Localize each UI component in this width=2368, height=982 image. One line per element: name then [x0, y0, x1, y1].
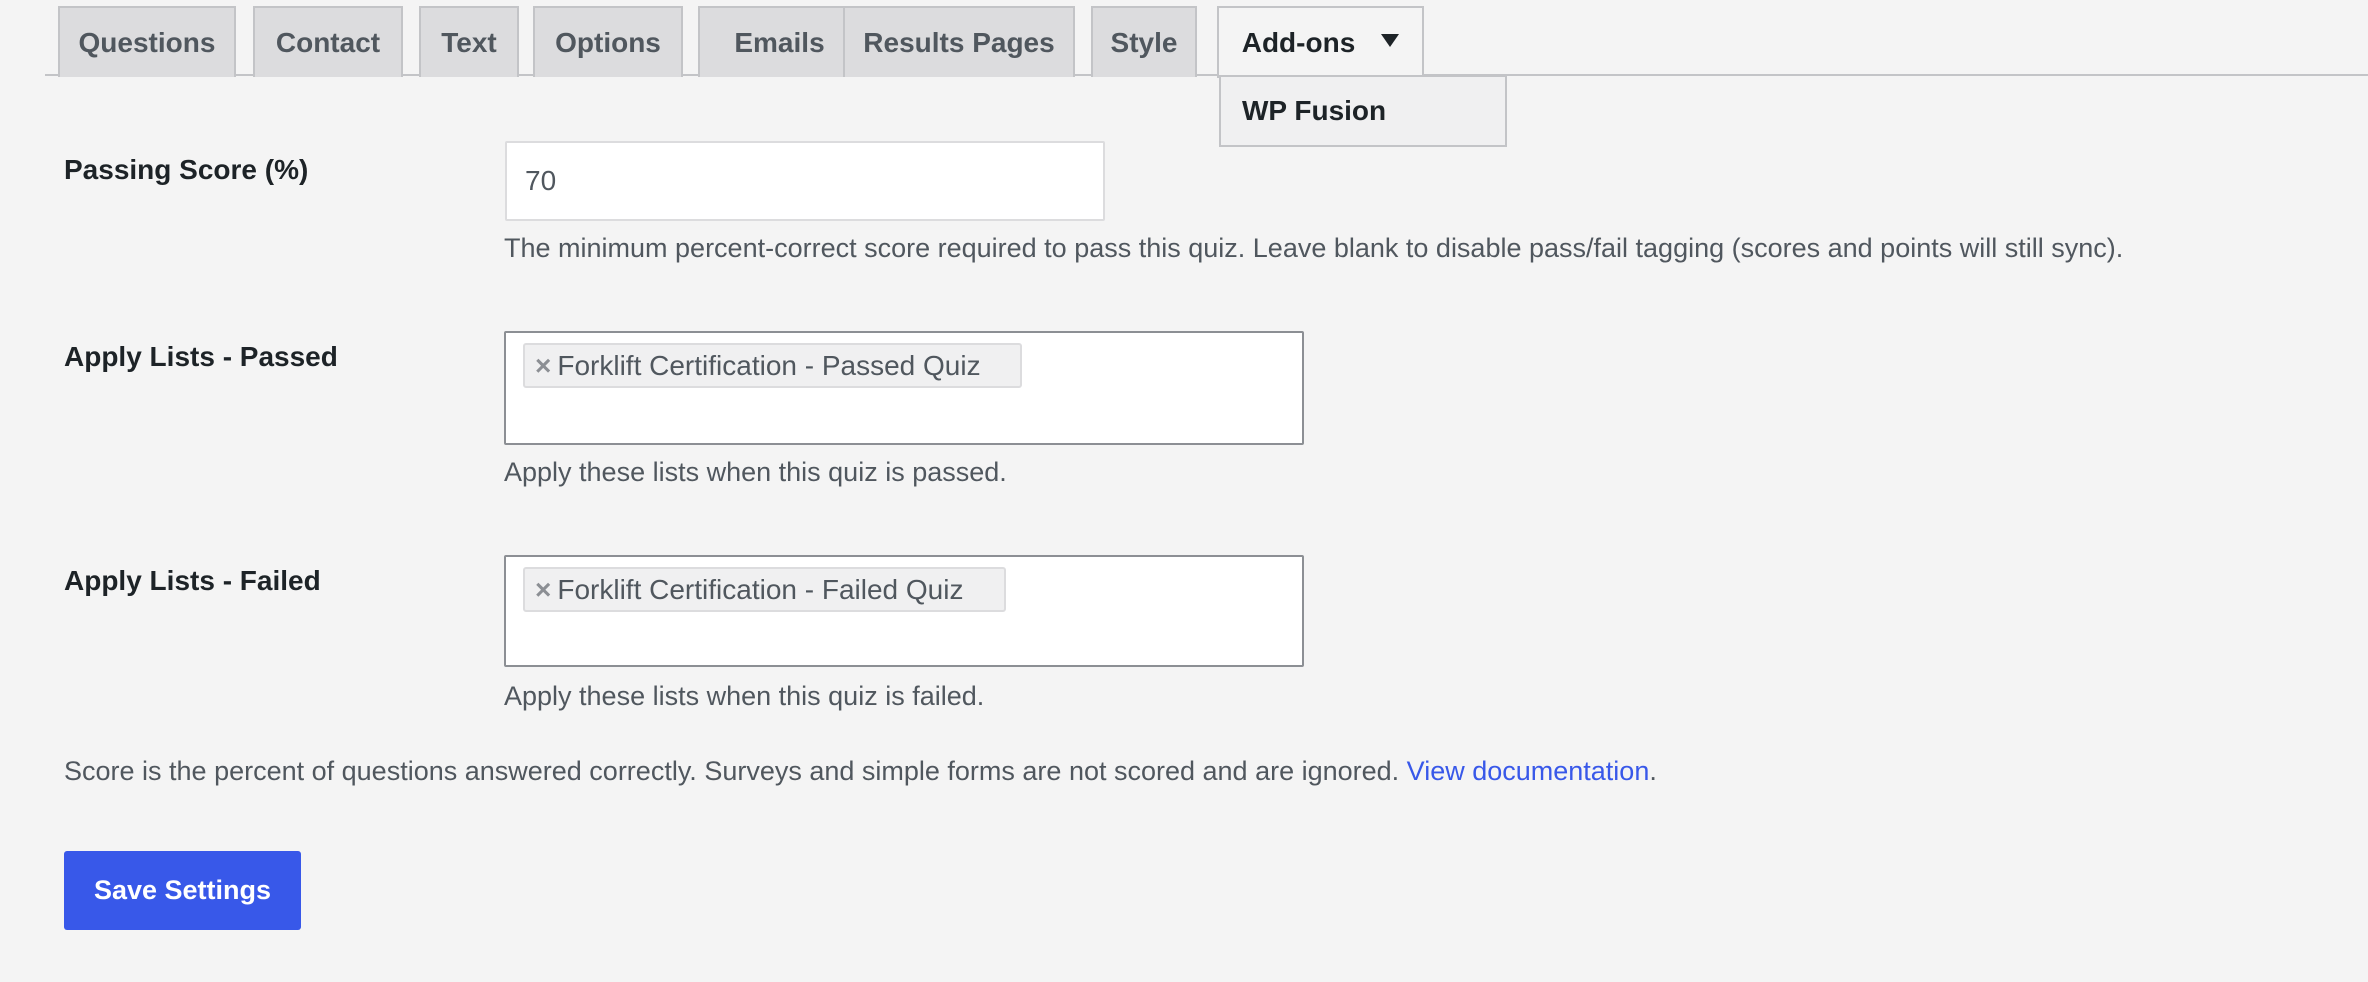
tab-options[interactable]: Options [533, 6, 683, 77]
save-settings-button[interactable]: Save Settings [64, 851, 301, 930]
caret-down-icon [1381, 33, 1400, 47]
tab-questions[interactable]: Questions [58, 6, 236, 77]
lists-failed-select[interactable]: × Forklift Certification - Failed Quiz [504, 555, 1304, 667]
passing-score-label: Passing Score (%) [64, 154, 309, 185]
remove-icon[interactable]: × [535, 350, 551, 382]
view-documentation-link[interactable]: View documentation [1407, 756, 1650, 786]
tab-bar: Questions Contact Text Options Emails Re… [45, 0, 2368, 78]
addons-menu-item-wp-fusion[interactable]: WP Fusion [1219, 75, 1507, 147]
quiz-settings-page: Questions Contact Text Options Emails Re… [0, 0, 2368, 982]
tab-emails[interactable]: Emails [698, 6, 861, 77]
tab-add-ons[interactable]: Add-ons [1217, 6, 1424, 78]
selected-list-chip: × Forklift Certification - Failed Quiz [523, 567, 1006, 612]
passing-score-input[interactable] [505, 141, 1105, 221]
lists-failed-label: Apply Lists - Failed [64, 565, 321, 596]
tab-text[interactable]: Text [419, 6, 519, 77]
score-note: Score is the percent of questions answer… [64, 756, 1657, 786]
lists-passed-help: Apply these lists when this quiz is pass… [504, 457, 1007, 487]
tab-contact[interactable]: Contact [253, 6, 403, 77]
selected-list-label: Forklift Certification - Failed Quiz [557, 573, 964, 605]
passing-score-help: The minimum percent-correct score requir… [504, 233, 2124, 263]
lists-failed-help: Apply these lists when this quiz is fail… [504, 681, 985, 711]
remove-icon[interactable]: × [535, 574, 551, 606]
selected-list-label: Forklift Certification - Passed Quiz [557, 349, 981, 381]
tab-results-pages[interactable]: Results Pages [843, 6, 1075, 77]
lists-passed-select[interactable]: × Forklift Certification - Passed Quiz [504, 331, 1304, 445]
lists-passed-label: Apply Lists - Passed [64, 341, 338, 372]
tab-style[interactable]: Style [1091, 6, 1197, 77]
selected-list-chip: × Forklift Certification - Passed Quiz [523, 343, 1022, 388]
